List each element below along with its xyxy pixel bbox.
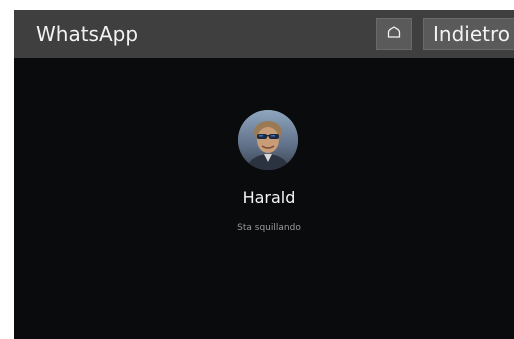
app-title: WhatsApp <box>36 22 139 46</box>
contact-photo-icon <box>238 110 298 170</box>
caller-name: Harald <box>242 188 296 207</box>
home-icon <box>387 25 401 43</box>
back-button[interactable]: Indietro <box>423 18 514 50</box>
home-button[interactable] <box>376 18 412 50</box>
call-status: Sta squillando <box>237 223 301 233</box>
title-bar: WhatsApp Indietro <box>14 10 514 58</box>
caller-avatar[interactable] <box>238 110 298 170</box>
call-screen: Harald Sta squillando <box>14 58 514 339</box>
screen: WhatsApp Indietro Harald Sta squillando <box>0 0 514 339</box>
app-window: WhatsApp Indietro Harald Sta squillando <box>14 10 514 339</box>
